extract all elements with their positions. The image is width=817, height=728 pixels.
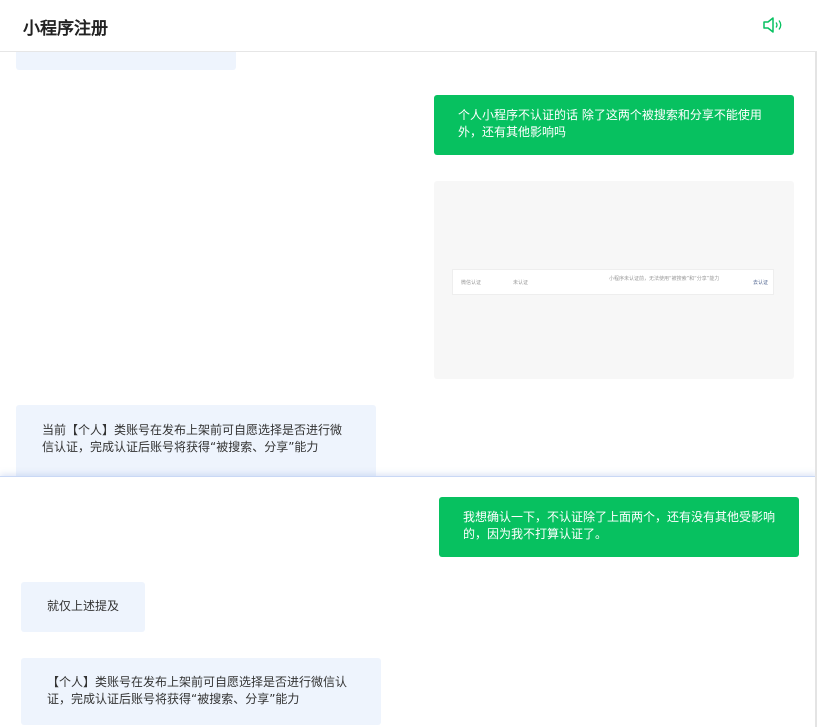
user-message-text: 我想确认一下，不认证除了上面两个，还有没有其他受影响的，因为我不打算认证了。 xyxy=(463,510,776,541)
bot-message: 就仅上述提及 xyxy=(21,582,145,632)
speaker-icon[interactable] xyxy=(762,15,786,35)
user-message-text: 个人小程序不认证的话 除了这两个被搜索和分享不能使用外，还有其他影响吗 xyxy=(458,108,762,139)
bot-message: 【个人】类账号在发布上架前可自愿选择是否进行微信认证，完成认证后账号将获得“被搜… xyxy=(21,658,381,725)
bot-message-text: 当前【个人】类账号在发布上架前可自愿选择是否进行微信认证，完成认证后账号将获得“… xyxy=(42,423,343,454)
bot-message-text: 【个人】类账号在发布上架前可自愿选择是否进行微信认证，完成认证后账号将获得“被搜… xyxy=(47,675,348,706)
header-bar: 小程序注册 xyxy=(0,0,817,52)
screenshot-col4: 去认证 xyxy=(753,280,769,286)
screenshot-col1: 微信认证 xyxy=(461,280,482,286)
chat-pane-bottom: 我想确认一下，不认证除了上面两个，还有没有其他受影响的，因为我不打算认证了。 就… xyxy=(0,476,817,728)
bot-message: 当前【个人】类账号在发布上架前可自愿选择是否进行微信认证，完成认证后账号将获得“… xyxy=(16,405,376,476)
screenshot-image[interactable]: 微信认证 未认证 小程序未认证前，无法使用“被搜索”和“分享”能力 去认证 xyxy=(434,181,794,379)
screenshot-col3: 小程序未认证前，无法使用“被搜索”和“分享”能力 xyxy=(609,276,720,282)
screenshot-table-row: 微信认证 未认证 小程序未认证前，无法使用“被搜索”和“分享”能力 去认证 xyxy=(452,269,774,295)
page-title: 小程序注册 xyxy=(23,19,108,39)
user-message: 我想确认一下，不认证除了上面两个，还有没有其他受影响的，因为我不打算认证了。 xyxy=(439,497,799,557)
bot-message-text: 就仅上述提及 xyxy=(47,599,120,613)
user-message: 个人小程序不认证的话 除了这两个被搜索和分享不能使用外，还有其他影响吗 xyxy=(434,95,794,155)
chat-pane-top: 小程序注册 个人小程序不认证的话 除了这两个被搜索和分享不能使用外，还有其他影响… xyxy=(0,0,817,476)
screenshot-col2: 未认证 xyxy=(513,280,529,286)
